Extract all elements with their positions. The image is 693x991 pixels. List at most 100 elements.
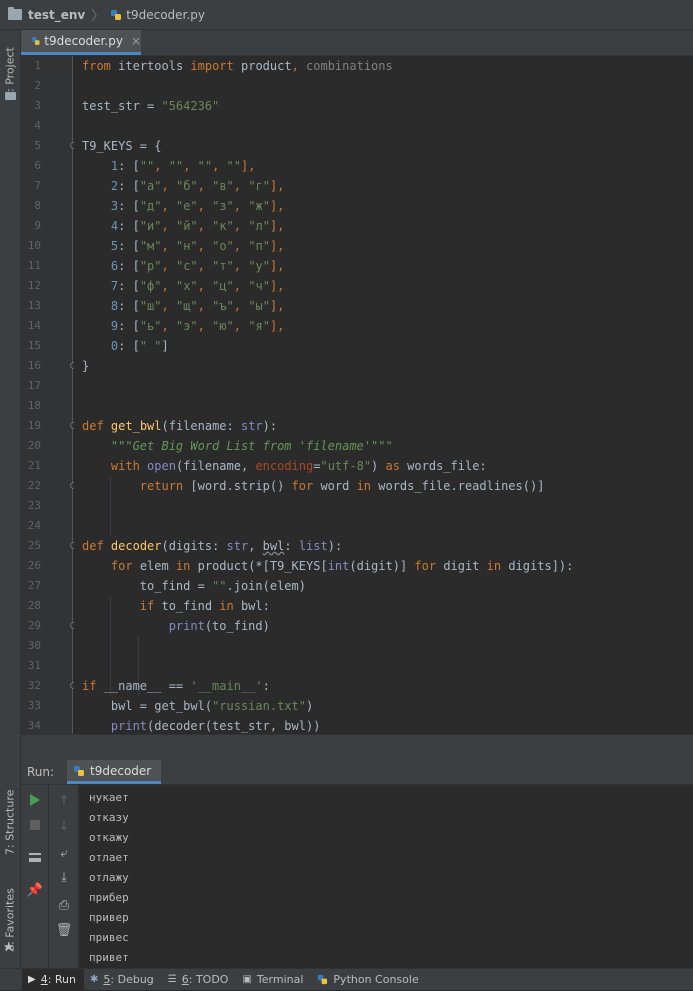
run-tool-button[interactable]: ▶ 4: Run [22, 968, 84, 991]
stop-icon [30, 820, 40, 830]
run-tool-label: : Run [47, 973, 76, 986]
console-line: откажу [89, 831, 129, 844]
code-token: "ф" [139, 279, 162, 293]
code-token: "з" [212, 199, 234, 213]
code-line-26: for elem in product(*[T9_KEYS[int(digit)… [82, 556, 573, 576]
clear-all-button[interactable]: 🗑 [55, 922, 73, 938]
layout-icon [29, 852, 41, 862]
code-token: (digit)] [349, 559, 415, 573]
pin-icon: 📌 [26, 882, 44, 898]
code-token: ) [305, 699, 314, 713]
run-config-tab-label: t9decoder [90, 763, 152, 778]
breadcrumb-project[interactable]: test_env [8, 7, 86, 22]
structure-tool-tab-label: 7: Structure [3, 789, 17, 855]
python-console-icon [318, 974, 328, 985]
code-token: "щ" [175, 299, 198, 313]
code-token: "ш" [139, 299, 162, 313]
line-number: 3 [34, 99, 41, 112]
line-number: 31 [27, 659, 41, 672]
code-token: , [197, 199, 213, 213]
code-token: , [161, 219, 176, 233]
code-token: "и" [139, 219, 162, 233]
code-token: get_bwl [110, 419, 162, 433]
console-line: отказу [89, 811, 129, 824]
todo-tool-button[interactable]: ☰ 6: TODO [162, 969, 237, 991]
code-line-19: def get_bwl(filename: str): [82, 416, 277, 436]
code-line-5: T9_KEYS = { [82, 136, 161, 156]
code-line-25: def decoder(digits: str, bwl: list): [82, 536, 342, 556]
code-token: "б" [175, 179, 198, 193]
navigation-bar: test_env 〉 t9decoder.py [0, 0, 693, 30]
breadcrumb-file[interactable]: t9decoder.py [110, 8, 205, 22]
trash-icon: 🗑 [55, 922, 73, 938]
code-token: [word.strip() [183, 479, 292, 493]
code-token: "к" [212, 219, 234, 233]
line-number: 25 [27, 539, 41, 552]
code-token: def [82, 419, 104, 433]
stop-button[interactable] [27, 817, 43, 833]
panel-splitter[interactable] [21, 734, 693, 761]
line-number: 15 [27, 339, 41, 352]
run-config-tab[interactable]: t9decoder [67, 760, 162, 784]
code-line-22: return [word.strip() for word in words_f… [82, 476, 545, 496]
code-editor[interactable]: from itertools import product, combinati… [74, 56, 693, 734]
pin-button[interactable]: 📌 [27, 882, 43, 898]
code-token: "" [226, 159, 241, 173]
line-number: 2 [34, 79, 41, 92]
line-number: 13 [27, 299, 41, 312]
line-number: 12 [27, 279, 41, 292]
rerun-button[interactable] [27, 792, 43, 808]
code-token: , [233, 319, 249, 333]
code-token: : [ [118, 199, 140, 213]
code-token: in [356, 479, 372, 493]
code-token: itertools [118, 59, 184, 73]
line-number: 26 [27, 559, 41, 572]
code-token: bwl: [233, 599, 270, 613]
code-token: } [82, 359, 90, 373]
terminal-icon: ▣ [242, 974, 252, 985]
soft-wrap-button[interactable]: ⤶ [56, 845, 72, 861]
code-line-1: from itertools import product, combinati… [82, 56, 393, 76]
code-token: ], [269, 199, 285, 213]
code-token: , [161, 319, 176, 333]
layout-button[interactable] [27, 849, 43, 865]
breadcrumb-project-label: test_env [28, 7, 86, 22]
scroll-down-button[interactable]: ↓ [56, 818, 72, 834]
code-token: "я" [248, 319, 270, 333]
code-token: , [233, 279, 249, 293]
print-button[interactable]: ⎙ [56, 897, 72, 913]
code-token: if [139, 599, 155, 613]
scroll-to-end-button[interactable]: ⤓ [56, 869, 72, 885]
code-token: ], [269, 179, 285, 193]
code-token: bwl = get_bwl( [110, 699, 213, 713]
code-token: (decoder(test_str, bwl)) [147, 719, 321, 733]
code-token: , [197, 259, 213, 273]
structure-tool-tab[interactable]: 7: Structure [1, 782, 19, 862]
line-number: 5 [34, 139, 41, 152]
python-file-icon [31, 37, 40, 45]
python-console-tool-button[interactable]: Python Console [311, 969, 426, 991]
code-token: str [240, 419, 263, 433]
code-token: "ь" [139, 319, 162, 333]
debug-tool-button[interactable]: ✱ 5: Debug [84, 969, 162, 991]
line-number: 22 [27, 479, 41, 492]
code-token: "utf-8" [320, 459, 372, 473]
tool-window-bar: ▶ 4: Run ✱ 5: Debug ☰ 6: TODO ▣ Terminal… [0, 968, 693, 991]
code-token: : [262, 679, 270, 693]
run-console-output[interactable]: нукает отказу откажу отлает отлажу прибе… [79, 785, 693, 968]
code-token: "ч" [248, 279, 270, 293]
code-line-27: to_find = "".join(elem) [82, 576, 306, 596]
code-token: ], [241, 159, 256, 173]
close-tab-icon[interactable]: × [131, 34, 141, 48]
code-line-8: 3: ["д", "е", "з", "ж"], [82, 196, 284, 216]
code-token: T9_KEYS = { [82, 139, 162, 153]
code-token: .join(elem) [226, 579, 306, 593]
code-token: " " [139, 339, 162, 353]
editor-tab-t9decoder[interactable]: t9decoder.py × [21, 30, 141, 55]
scroll-up-button[interactable]: ↑ [56, 793, 72, 809]
terminal-tool-button[interactable]: ▣ Terminal [236, 969, 311, 991]
